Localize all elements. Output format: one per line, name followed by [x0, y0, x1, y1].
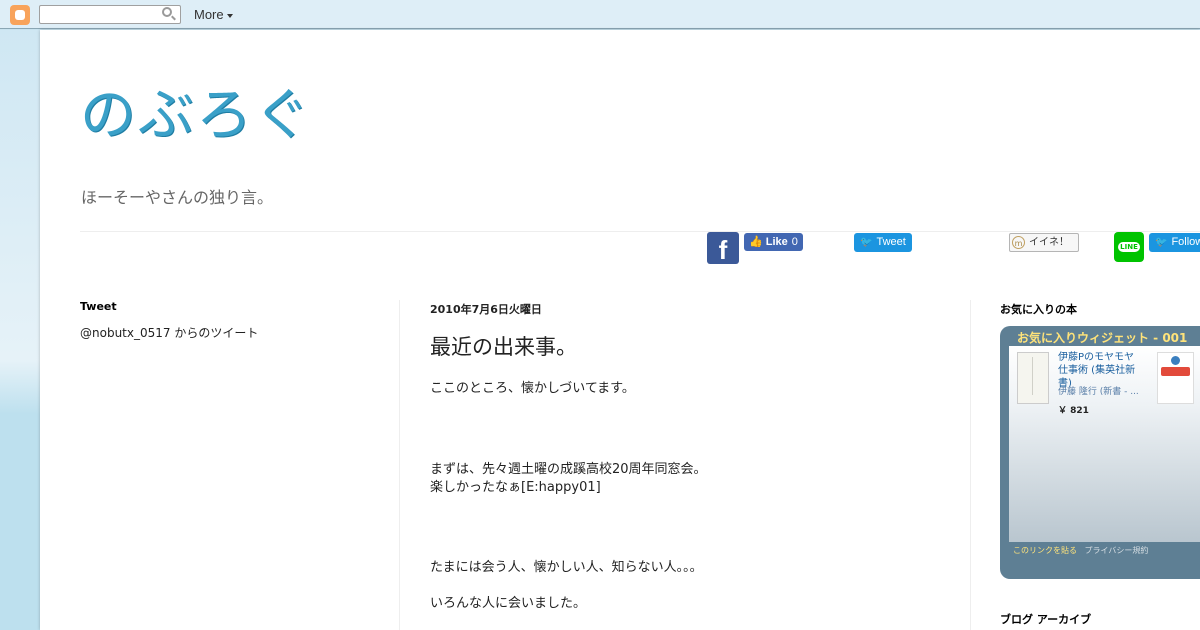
- more-label: More: [194, 7, 224, 22]
- tweet-label: Tweet: [876, 236, 906, 248]
- book-cover-image[interactable]: [1157, 352, 1194, 404]
- thumbs-up-icon: 👍: [749, 236, 763, 248]
- column-divider: [399, 300, 400, 630]
- paste-link[interactable]: このリンクを貼る: [1013, 546, 1077, 555]
- blog-description: ほーそーやさんの独り言。: [81, 188, 274, 207]
- privacy-link[interactable]: プライバシー規約: [1085, 546, 1149, 555]
- widget-footer-links: このリンクを貼る プライバシー規約: [1013, 545, 1148, 556]
- mixi-iine-button[interactable]: m イイネ！: [1009, 233, 1079, 252]
- header-divider: [80, 231, 1200, 232]
- follow-label: Follow: [1171, 236, 1200, 248]
- post-paragraph: 楽しかったなぁ[E:happy01]: [430, 480, 601, 495]
- mixi-label: イイネ！: [1029, 237, 1069, 248]
- book-price: ￥ 821: [1058, 406, 1089, 416]
- post-paragraph: ここのところ、懐かしづいてます。: [430, 381, 635, 396]
- tweet-button[interactable]: 🐦 Tweet: [854, 233, 912, 252]
- line-label: LINE: [1118, 242, 1140, 252]
- page-background: [0, 30, 40, 630]
- like-label: Like: [765, 236, 788, 248]
- post-paragraph: たまには会う人、懐かしい人、知らない人。。。: [430, 560, 703, 575]
- post-date: 2010年7月6日火曜日: [430, 303, 542, 316]
- facebook-share-icon[interactable]: f: [707, 232, 739, 264]
- blogger-navbar: More: [0, 0, 1200, 29]
- post-paragraph: まずは、先々週土曜の成蹊高校20周年同窓会。: [430, 462, 707, 477]
- navbar-more-menu[interactable]: More: [194, 7, 233, 22]
- widget-header: お気に入りウィジェット - 001: [1017, 331, 1188, 345]
- navbar-search-input[interactable]: [39, 5, 181, 24]
- mixi-icon: m: [1012, 235, 1025, 249]
- favorite-books-widget: お気に入りウィジェット - 001 伊藤Pのモヤモヤ仕事術 (集英社新書) 伊藤…: [1000, 326, 1200, 579]
- search-icon[interactable]: [162, 7, 172, 17]
- caret-down-icon: [226, 13, 233, 18]
- twitter-bird-icon: 🐦: [860, 237, 873, 248]
- post-paragraph: いろんな人に会いました。: [430, 596, 587, 611]
- blogger-logo-icon[interactable]: [10, 5, 30, 25]
- tweet-widget-link[interactable]: @nobutx_0517 からのツイート: [80, 324, 258, 341]
- blog-archive-title: ブログ アーカイブ: [1000, 613, 1092, 626]
- blog-title[interactable]: のぶろぐ: [80, 70, 312, 151]
- like-count: 0: [791, 236, 798, 248]
- tweet-widget-title: Tweet: [80, 300, 117, 313]
- widget-book-list: 伊藤Pのモヤモヤ仕事術 (集英社新書) 伊藤 隆行 (新書 - ... ￥ 82…: [1009, 346, 1200, 542]
- book-cover-image[interactable]: [1017, 352, 1049, 404]
- line-share-button[interactable]: LINE: [1114, 232, 1144, 262]
- twitter-follow-button[interactable]: 🐦 Follow: [1149, 233, 1200, 252]
- book-author: 伊藤 隆行 (新書 - ...: [1058, 387, 1139, 397]
- favorite-books-title: お気に入りの本: [1000, 303, 1077, 316]
- column-divider: [970, 300, 971, 630]
- facebook-like-button[interactable]: 👍 Like 0: [744, 233, 803, 251]
- post-title[interactable]: 最近の出来事。: [430, 331, 577, 361]
- twitter-bird-icon: 🐦: [1155, 237, 1168, 248]
